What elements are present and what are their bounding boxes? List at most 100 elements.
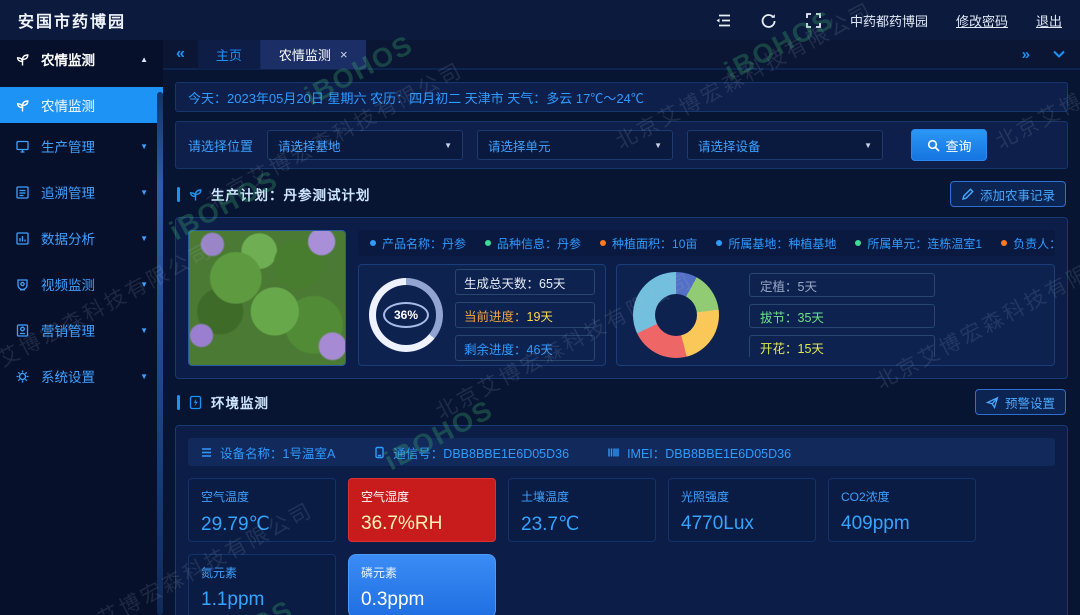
plan-info-text: 种植面积：10亩 (612, 235, 697, 252)
sidebar-item-label: 视频监测 (41, 274, 95, 294)
sensor-card-air-humidity-alarm[interactable]: 空气湿度 36.7%RH (348, 478, 496, 542)
sidebar-item-marketing[interactable]: 营销管理 ▼ (0, 307, 163, 353)
search-button[interactable]: 查询 (911, 129, 987, 161)
bullet-dot (716, 240, 722, 246)
refresh-icon[interactable] (760, 12, 777, 29)
device-select[interactable]: 请选择设备 ▼ (687, 130, 883, 160)
warning-settings-label: 预警设置 (1005, 393, 1055, 412)
top-header: 安国市药博园 中药都药博园 修改密码 退出 (0, 0, 1080, 40)
sensor-value: 4770Lux (681, 513, 803, 535)
close-icon[interactable]: × (340, 48, 348, 61)
stat-label: 剩余进度： (464, 339, 527, 358)
sidebar-scrollbar[interactable] (157, 92, 163, 615)
plan-info-text: 品种信息：丹参 (497, 235, 581, 252)
sensor-label: 空气湿度 (361, 488, 483, 505)
search-icon (927, 139, 940, 152)
camera-icon (15, 277, 30, 292)
sidebar-section-agriculture[interactable]: 农情监测 ▲ (0, 40, 163, 78)
plan-info-strip: 产品名称：丹参 品种信息：丹参 种植面积：10亩 所属基地：种植基地 所属单元：… (358, 230, 1055, 256)
sensor-label: 氮元素 (201, 564, 323, 581)
logout-link[interactable]: 退出 (1036, 11, 1062, 30)
sidebar-item-analysis[interactable]: 数据分析 ▼ (0, 215, 163, 261)
sensor-value: 0.3ppm (361, 589, 483, 611)
stat-value: 65天 (539, 273, 565, 292)
sensor-card-nitrogen[interactable]: 氮元素 1.1ppm (188, 554, 336, 615)
sidebar-item-label: 系统设置 (41, 366, 95, 386)
stat-label: 当前进度： (464, 306, 527, 325)
sidebar-item-settings[interactable]: 系统设置 ▼ (0, 353, 163, 399)
tab-agriculture-monitor[interactable]: 农情监测 × (261, 39, 366, 69)
change-password-link[interactable]: 修改密码 (956, 11, 1008, 30)
barcode-icon (607, 446, 620, 459)
device-imei: IMEI：DBB8BBE1E6D05D36 (607, 443, 791, 462)
bolt-icon (188, 395, 203, 410)
sensor-card-phosphorus-selected[interactable]: 磷元素 0.3ppm (348, 554, 496, 615)
chevron-down-icon: ▼ (140, 188, 148, 197)
stat-label: 生成总天数： (464, 273, 539, 292)
base-select[interactable]: 请选择基地 ▼ (267, 130, 463, 160)
filter-label: 请选择位置 (188, 136, 253, 155)
add-farm-record-button[interactable]: 添加农事记录 (950, 181, 1066, 207)
plan-details: 产品名称：丹参 品种信息：丹参 种植面积：10亩 所属基地：种植基地 所属单元：… (358, 230, 1055, 366)
tab-menu-chevron-down-icon[interactable] (1052, 49, 1066, 59)
sensor-card-light[interactable]: 光照强度 4770Lux (668, 478, 816, 542)
environment-panel: 设备名称：1号温室A 通信号：DBB8BBE1E6D05D36 IMEI：DBB… (175, 425, 1068, 615)
main-content: 今天：2023年05月20日 星期六 农历：四月初二 天津市 天气：多云 17℃… (163, 72, 1080, 615)
fullscreen-icon[interactable] (805, 12, 822, 29)
sensor-card-co2[interactable]: CO2浓度 409ppm (828, 478, 976, 542)
env-section-header: 环境监测 预警设置 (177, 386, 1066, 418)
plan-info-item: 所属单元：连栋温室1 (855, 235, 982, 252)
org-name[interactable]: 中药都药博园 (850, 11, 928, 30)
app-root: 安国市药博园 中药都药博园 修改密码 退出 农情监测 ▲ (0, 0, 1080, 615)
sidebar-item-agriculture-monitor-active[interactable]: 农情监测 (0, 87, 163, 123)
stat-value: 46天 (527, 339, 553, 358)
date-weather-text: 今天：2023年05月20日 星期六 农历：四月初二 天津市 天气：多云 17℃… (188, 88, 644, 107)
chevron-up-icon: ▲ (140, 55, 148, 64)
list-icon (200, 446, 213, 459)
date-weather-bar: 今天：2023年05月20日 星期六 农历：四月初二 天津市 天气：多云 17℃… (175, 82, 1068, 112)
chevron-down-icon: ▼ (140, 372, 148, 381)
sensor-card-soil-temp[interactable]: 土壤温度 23.7℃ (508, 478, 656, 542)
plan-section-title: 生产计划：丹参测试计划 (211, 184, 371, 204)
unit-select[interactable]: 请选择单元 ▼ (477, 130, 673, 160)
legend-item-kaihua: 开花：15天 (749, 335, 935, 357)
sensor-cards: 空气温度 29.79℃ 空气湿度 36.7%RH 土壤温度 23.7℃ 光照强度… (188, 478, 1055, 615)
device-comm-id: 通信号：DBB8BBE1E6D05D36 (373, 443, 569, 462)
sensor-label: 土壤温度 (521, 488, 643, 505)
progress-gauge-panel: 36% 生成总天数： 65天 当前进度： 19天 (358, 264, 606, 366)
chevron-down-icon: ▼ (654, 141, 662, 150)
stage-donut (633, 272, 719, 358)
sidebar-item-trace[interactable]: 追溯管理 ▼ (0, 169, 163, 215)
bullet-dot (370, 240, 376, 246)
crop-photo (188, 230, 346, 366)
sensor-value: 36.7%RH (361, 513, 483, 535)
gear-icon (15, 369, 30, 384)
warning-settings-button[interactable]: 预警设置 (975, 389, 1066, 415)
plan-info-text: 所属单元：连栋温室1 (867, 235, 982, 252)
sensor-card-air-temp[interactable]: 空气温度 29.79℃ (188, 478, 336, 542)
sidebar-item-label: 追溯管理 (41, 182, 95, 202)
stat-current-progress: 当前进度： 19天 (455, 302, 595, 328)
plan-info-item: 品种信息：丹参 (485, 235, 581, 252)
device-name: 设备名称：1号温室A (200, 443, 335, 462)
sensor-value: 1.1ppm (201, 589, 323, 611)
sensor-value: 29.79℃ (201, 513, 323, 536)
collapse-menu-icon[interactable] (715, 12, 732, 29)
progress-percent-label: 36% (394, 308, 418, 322)
tab-bar-actions: » (1022, 46, 1080, 63)
legend-text: 定植：5天 (760, 276, 817, 295)
sensor-value: 409ppm (841, 513, 963, 535)
device-comm-id-text: 通信号：DBB8BBE1E6D05D36 (393, 443, 569, 462)
tabs-scroll-left-icon[interactable]: « (163, 45, 198, 63)
bullet-dot (855, 240, 861, 246)
tabs-scroll-right-icon[interactable]: » (1022, 46, 1030, 63)
filter-bar: 请选择位置 请选择基地 ▼ 请选择单元 ▼ 请选择设备 ▼ 查询 (175, 121, 1068, 169)
sprout-icon (15, 52, 30, 67)
sidebar-item-video[interactable]: 视频监测 ▼ (0, 261, 163, 307)
tab-home[interactable]: 主页 (198, 39, 261, 69)
plan-info-text: 负责人：测试人员 (1013, 235, 1055, 252)
bullet-dot (1001, 240, 1007, 246)
chevron-down-icon: ▼ (140, 142, 148, 151)
app-title: 安国市药博园 (18, 8, 126, 32)
sidebar-item-production[interactable]: 生产管理 ▼ (0, 123, 163, 169)
